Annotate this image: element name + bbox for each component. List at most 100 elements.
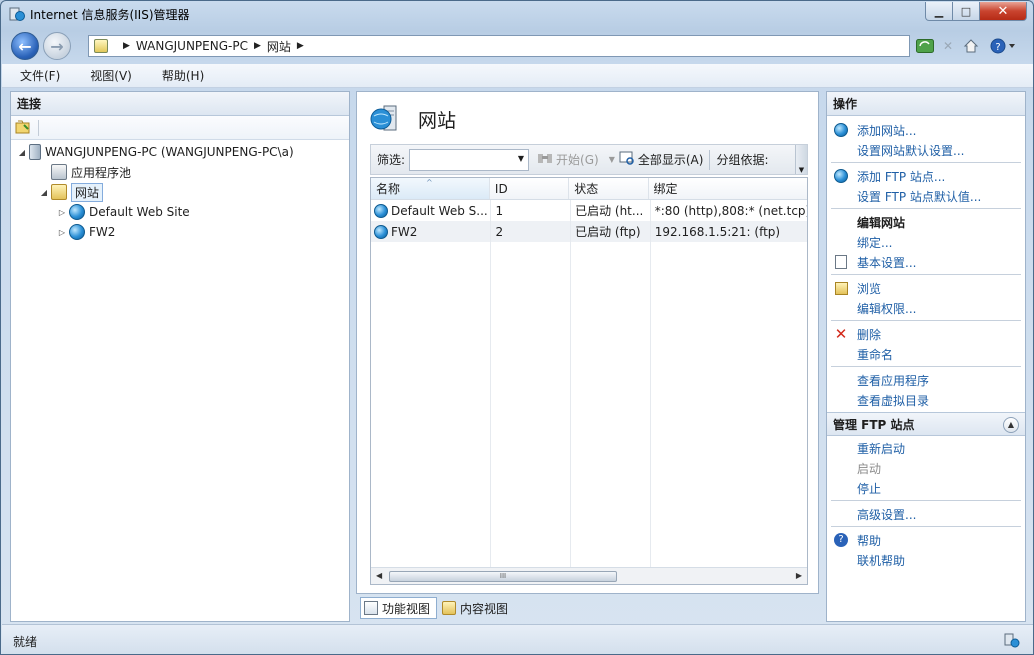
show-all-button[interactable]: 全部显示(A)	[619, 151, 703, 168]
tree-node-label: WANGJUNPENG-PC (WANGJUNPENG-PC\a)	[45, 145, 294, 159]
view-tabs: 功能视图 内容视图	[360, 597, 516, 619]
divider	[831, 500, 1021, 501]
action-online-help[interactable]: 联机帮助	[827, 550, 1025, 570]
expand-toggle-icon[interactable]: ▷	[57, 228, 67, 237]
action-label: 添加 FTP 站点...	[857, 169, 946, 184]
table-row[interactable]: FW2 2 已启动 (ftp) 192.168.1.5:21: (ftp)	[371, 221, 807, 242]
chevron-down-icon[interactable]: ▼	[518, 154, 524, 163]
globe-icon	[69, 204, 85, 220]
section-label: 编辑网站	[857, 215, 906, 230]
menu-file[interactable]: 文件(F)	[14, 65, 66, 86]
start-filter-button[interactable]: 开始(G)	[537, 151, 599, 168]
tab-features-view[interactable]: 功能视图	[360, 597, 438, 619]
action-label: 停止	[857, 481, 882, 496]
scroll-right-icon[interactable]: ▶	[796, 571, 802, 580]
cell-name: FW2	[371, 221, 490, 242]
column-header-binding[interactable]: 绑定	[649, 178, 808, 199]
action-help[interactable]: ? 帮助	[827, 530, 1025, 550]
blank-icon	[833, 552, 849, 568]
action-stop[interactable]: 停止	[827, 478, 1025, 498]
connections-toolbar	[11, 116, 349, 140]
new-connection-icon[interactable]	[15, 120, 31, 134]
tree-node-fw2[interactable]: ▷ FW2	[57, 222, 115, 242]
toolbar-overflow-button[interactable]: ▼	[795, 145, 807, 174]
tree-node-default-web-site[interactable]: ▷ Default Web Site	[57, 202, 190, 222]
action-rename[interactable]: 重命名	[827, 344, 1025, 364]
column-header-status[interactable]: 状态	[569, 178, 649, 199]
horizontal-scrollbar[interactable]: ◀ III ▶	[371, 567, 807, 584]
minimize-button[interactable]: ▁	[925, 2, 953, 21]
filter-input[interactable]: ▼	[409, 148, 530, 171]
expand-toggle-icon[interactable]: ◢	[17, 148, 27, 157]
scroll-left-icon[interactable]: ◀	[376, 571, 382, 580]
actions-list: 添加网站... 设置网站默认设置... 添加 FTP 站点... 设置 FTP …	[827, 116, 1025, 570]
stop-icon[interactable]: ✕	[939, 38, 957, 54]
server-icon	[29, 144, 41, 160]
globe-icon	[69, 224, 85, 240]
forward-button[interactable]: →	[43, 32, 71, 60]
explore-icon	[833, 280, 849, 296]
action-view-applications[interactable]: 查看应用程序	[827, 370, 1025, 390]
column-header-name[interactable]: ^ 名称	[371, 178, 490, 199]
breadcrumb-item-sites[interactable]: 网站	[267, 38, 291, 55]
navigation-bar: ← → ▶ WANGJUNPENG-PC ▶ 网站 ▶ ✕ ?	[1, 29, 1033, 63]
ftp-section-header[interactable]: 管理 FTP 站点 ▲	[827, 412, 1025, 436]
column-label: 状态	[574, 182, 599, 196]
action-advanced-settings[interactable]: 高级设置...	[827, 504, 1025, 524]
close-button[interactable]: ✕	[980, 2, 1027, 21]
tree-node-server[interactable]: ◢ WANGJUNPENG-PC (WANGJUNPENG-PC\a)	[17, 142, 294, 162]
status-bar: 就绪	[2, 624, 1033, 654]
column-header-id[interactable]: ID	[490, 178, 570, 199]
sites-list: ^ 名称 ID 状态 绑定 Default Web S... 1 已启动 (ht…	[370, 177, 808, 585]
menu-bar: 文件(F) 视图(V) 帮助(H)	[2, 64, 1033, 88]
forward-arrow-icon: →	[50, 36, 64, 56]
action-add-ftp-site[interactable]: 添加 FTP 站点...	[827, 166, 1025, 186]
tab-label: 功能视图	[382, 601, 431, 616]
network-status-icon	[1004, 632, 1020, 648]
divider	[831, 526, 1021, 527]
page-title: 网站	[418, 110, 457, 132]
column-divider	[490, 200, 491, 567]
breadcrumb-item-server[interactable]: WANGJUNPENG-PC	[136, 39, 248, 53]
action-view-virtual-directories[interactable]: 查看虚拟目录	[827, 390, 1025, 410]
expand-toggle-icon[interactable]: ◢	[39, 188, 49, 197]
tree-node-sites[interactable]: ◢ 网站	[39, 182, 104, 202]
tree-node-app-pools[interactable]: 应用程序池	[39, 162, 131, 182]
menu-help[interactable]: 帮助(H)	[156, 65, 210, 86]
address-bar[interactable]: ▶ WANGJUNPENG-PC ▶ 网站 ▶	[88, 35, 910, 57]
actions-header: 操作	[827, 92, 1025, 116]
action-label: 启动	[857, 461, 882, 476]
menu-view[interactable]: 视图(V)	[84, 65, 138, 86]
divider	[831, 274, 1021, 275]
refresh-icon[interactable]	[916, 38, 934, 54]
action-delete[interactable]: ✕ 删除	[827, 324, 1025, 344]
add-ftp-site-icon	[833, 168, 849, 184]
expand-toggle-icon[interactable]: ▷	[57, 208, 67, 217]
action-restart[interactable]: 重新启动	[827, 438, 1025, 458]
status-text: 就绪	[13, 635, 38, 649]
action-ftp-defaults[interactable]: 设置 FTP 站点默认值...	[827, 186, 1025, 206]
maximize-button[interactable]: □	[953, 2, 980, 21]
site-name: FW2	[391, 224, 418, 239]
list-header: ^ 名称 ID 状态 绑定	[371, 178, 807, 200]
collapse-icon[interactable]: ▲	[1003, 417, 1019, 433]
table-row[interactable]: Default Web S... 1 已启动 (ht... *:80 (http…	[371, 200, 807, 221]
action-edit-permissions[interactable]: 编辑权限...	[827, 298, 1025, 318]
action-bindings[interactable]: 绑定...	[827, 232, 1025, 252]
action-add-site[interactable]: 添加网站...	[827, 120, 1025, 140]
back-button[interactable]: ←	[11, 32, 39, 60]
action-label: 绑定...	[857, 235, 893, 250]
action-site-defaults[interactable]: 设置网站默认设置...	[827, 140, 1025, 160]
globe-icon	[374, 203, 388, 218]
help-dropdown-icon[interactable]: ?	[990, 38, 1018, 54]
chevron-down-icon: ▼	[798, 166, 805, 174]
actions-pane: 操作 添加网站... 设置网站默认设置... 添加 FTP 站点... 设置 F…	[826, 91, 1026, 622]
scrollbar-thumb[interactable]: III	[389, 571, 617, 582]
action-explore[interactable]: 浏览	[827, 278, 1025, 298]
start-dropdown[interactable]: ▼	[609, 155, 615, 164]
cell-status: 已启动 (ht...	[575, 204, 644, 218]
action-basic-settings[interactable]: 基本设置...	[827, 252, 1025, 272]
home-icon[interactable]	[962, 38, 980, 54]
group-by-button[interactable]: 分组依据:	[716, 151, 768, 168]
tab-content-view[interactable]: 内容视图	[439, 597, 514, 619]
